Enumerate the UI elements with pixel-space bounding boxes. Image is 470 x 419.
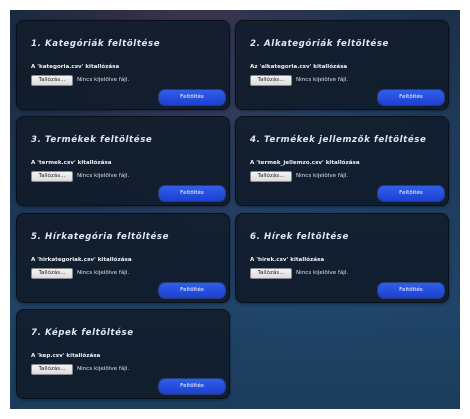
upload-button[interactable]: Feltöltés (159, 186, 225, 201)
upload-card-hirkategoria: 5. Hírkategória feltöltése A 'hirkategor… (16, 213, 230, 303)
upload-card-termek: 3. Termékek feltöltése A 'termek.csv' ki… (16, 116, 230, 206)
browse-button[interactable]: Tallózás... (250, 75, 292, 86)
card-title: 2. Alkategóriák feltöltése (250, 39, 389, 49)
browse-button[interactable]: Tallózás... (31, 268, 73, 279)
upload-card-kategoria: 1. Kategóriák feltöltése A 'kategoria.cs… (16, 20, 230, 110)
file-label: Az 'alkategoria.csv' kitallózása (250, 64, 348, 70)
browse-button[interactable]: Tallózás... (31, 75, 73, 86)
file-status: Nincs kijelölve fájl. (296, 270, 349, 276)
card-title: 7. Képek feltöltése (31, 328, 134, 338)
file-label: A 'kategoria.csv' kitallózása (31, 64, 120, 70)
browse-button[interactable]: Tallózás... (250, 171, 292, 182)
file-label: A 'kep.csv' kitallózása (31, 353, 101, 359)
file-label: A 'hirek.csv' kitallózása (250, 257, 325, 263)
file-label: A 'termek.csv' kitallózása (31, 160, 112, 166)
file-label: A 'hirkategoriak.csv' kitallózása (31, 257, 132, 263)
browse-button[interactable]: Tallózás... (31, 364, 73, 375)
upload-button[interactable]: Feltöltés (159, 379, 225, 394)
card-title: 5. Hírkategória feltöltése (31, 232, 170, 242)
card-title: 6. Hírek feltöltése (250, 232, 349, 242)
upload-card-hirek: 6. Hírek feltöltése A 'hirek.csv' kitall… (235, 213, 449, 303)
card-title: 4. Termékek jellemzők feltöltése (250, 135, 427, 145)
upload-card-alkategoria: 2. Alkategóriák feltöltése Az 'alkategor… (235, 20, 449, 110)
file-status: Nincs kijelölve fájl. (77, 270, 130, 276)
card-title: 3. Termékek feltöltése (31, 135, 153, 145)
upload-button[interactable]: Feltöltés (378, 90, 444, 105)
browse-button[interactable]: Tallózás... (250, 268, 292, 279)
card-title: 1. Kategóriák feltöltése (31, 39, 161, 49)
file-status: Nincs kijelölve fájl. (296, 173, 349, 179)
upload-button[interactable]: Feltöltés (159, 283, 225, 298)
file-status: Nincs kijelölve fájl. (296, 77, 349, 83)
upload-button[interactable]: Feltöltés (378, 283, 444, 298)
browse-button[interactable]: Tallózás... (31, 171, 73, 182)
file-label: A 'termek_jellemzo.csv' kitallózása (250, 160, 360, 166)
upload-page: 1. Kategóriák feltöltése A 'kategoria.cs… (10, 10, 460, 409)
upload-card-kep: 7. Képek feltöltése A 'kep.csv' kitallóz… (16, 309, 230, 399)
file-status: Nincs kijelölve fájl. (77, 366, 130, 372)
upload-button[interactable]: Feltöltés (159, 90, 225, 105)
file-status: Nincs kijelölve fájl. (77, 77, 130, 83)
upload-button[interactable]: Feltöltés (378, 186, 444, 201)
file-status: Nincs kijelölve fájl. (77, 173, 130, 179)
upload-card-termek-jellemzo: 4. Termékek jellemzők feltöltése A 'term… (235, 116, 449, 206)
